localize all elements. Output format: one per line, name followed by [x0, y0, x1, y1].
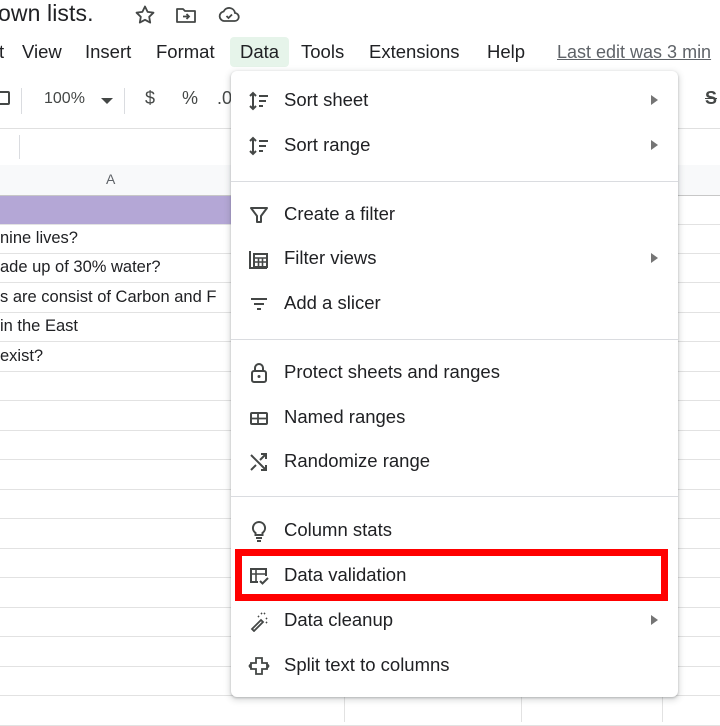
- column-divider: [521, 696, 522, 722]
- menu-item-randomize-range[interactable]: Randomize range: [231, 442, 678, 482]
- menu-item-filter-views[interactable]: Filter views: [231, 239, 678, 279]
- menu-item-column-stats[interactable]: Column stats: [231, 511, 678, 551]
- menu-item-label: Protect sheets and ranges: [284, 361, 500, 382]
- submenu-arrow-icon: [651, 95, 658, 105]
- menu-item-split-text[interactable]: Split text to columns: [231, 646, 678, 686]
- zoom-select[interactable]: 100%: [44, 90, 85, 108]
- column-divider: [662, 696, 663, 722]
- menu-format[interactable]: Format: [150, 37, 221, 67]
- menu-item-sort-sheet[interactable]: Sort sheet: [231, 81, 678, 121]
- menu-item-protect-sheets[interactable]: Protect sheets and ranges: [231, 353, 678, 393]
- column-divider: [344, 696, 345, 722]
- menu-edit[interactable]: t: [0, 37, 10, 67]
- menu-item-data-cleanup[interactable]: Data cleanup: [231, 601, 678, 641]
- magic-wand-icon: [248, 610, 270, 633]
- title-bar: own lists.: [0, 0, 720, 30]
- formula-divider: [19, 135, 20, 159]
- highlight-annotation: [235, 549, 668, 601]
- menu-help[interactable]: Help: [481, 37, 531, 67]
- strikethrough-button[interactable]: S: [705, 88, 717, 109]
- cell-a5[interactable]: in the East: [0, 317, 78, 336]
- move-to-folder-icon[interactable]: [174, 3, 198, 27]
- menu-item-label: Randomize range: [284, 450, 431, 471]
- slicer-icon: [248, 293, 270, 315]
- lightbulb-icon: [248, 520, 270, 542]
- percent-format-button[interactable]: %: [182, 88, 198, 109]
- toolbar-divider: [124, 88, 125, 114]
- sort-icon: [248, 135, 270, 157]
- menu-tools[interactable]: Tools: [295, 37, 350, 67]
- named-ranges-icon: [248, 407, 270, 429]
- menu-extensions[interactable]: Extensions: [363, 37, 466, 67]
- menu-separator: [231, 339, 678, 340]
- menu-separator: [231, 181, 678, 182]
- decrease-decimal-button[interactable]: .0: [217, 88, 232, 109]
- zoom-dropdown-icon[interactable]: [101, 98, 113, 104]
- menu-item-label: Filter views: [284, 247, 377, 268]
- currency-format-button[interactable]: $: [145, 88, 155, 109]
- data-menu-dropdown: Sort sheet Sort range Create a filter Fi…: [231, 71, 678, 697]
- cloud-saved-icon[interactable]: [217, 3, 241, 27]
- cell-a3[interactable]: ade up of 30% water?: [0, 258, 161, 277]
- menu-item-label: Create a filter: [284, 203, 396, 224]
- menu-bar: t View Insert Format Data Tools Extensio…: [0, 34, 720, 68]
- lock-icon: [248, 362, 270, 384]
- paint-format-icon[interactable]: [0, 91, 10, 105]
- menu-item-create-filter[interactable]: Create a filter: [231, 195, 678, 235]
- star-icon[interactable]: [133, 3, 157, 27]
- column-header-a[interactable]: A: [106, 171, 115, 187]
- menu-item-label: Add a slicer: [284, 292, 381, 313]
- menu-item-sort-range[interactable]: Sort range: [231, 126, 678, 166]
- toolbar-divider: [21, 88, 22, 114]
- filter-views-icon: [248, 248, 270, 270]
- menu-item-label: Data cleanup: [284, 609, 394, 630]
- submenu-arrow-icon: [651, 615, 658, 625]
- filter-icon: [248, 204, 270, 226]
- menu-item-add-slicer[interactable]: Add a slicer: [231, 284, 678, 324]
- menu-item-label: Sort sheet: [284, 89, 369, 110]
- cell-a2[interactable]: nine lives?: [0, 229, 78, 248]
- split-columns-icon: [248, 655, 270, 677]
- menu-item-label: Column stats: [284, 519, 392, 540]
- sort-icon: [248, 90, 270, 112]
- shuffle-icon: [248, 451, 270, 473]
- cell-a4[interactable]: s are consist of Carbon and F: [0, 288, 216, 307]
- menu-item-named-ranges[interactable]: Named ranges: [231, 398, 678, 438]
- menu-data[interactable]: Data: [230, 37, 290, 67]
- menu-view[interactable]: View: [16, 37, 68, 67]
- cell-a6[interactable]: exist?: [0, 347, 43, 366]
- last-edit-link[interactable]: Last edit was 3 min: [557, 37, 711, 67]
- menu-item-label: Named ranges: [284, 406, 406, 427]
- menu-insert[interactable]: Insert: [79, 37, 137, 67]
- menu-separator: [231, 496, 678, 497]
- header-cell-fill: [0, 196, 232, 224]
- document-title[interactable]: own lists.: [0, 0, 94, 27]
- submenu-arrow-icon: [651, 253, 658, 263]
- menu-item-label: Split text to columns: [284, 654, 450, 675]
- submenu-arrow-icon: [651, 140, 658, 150]
- menu-item-label: Sort range: [284, 134, 371, 155]
